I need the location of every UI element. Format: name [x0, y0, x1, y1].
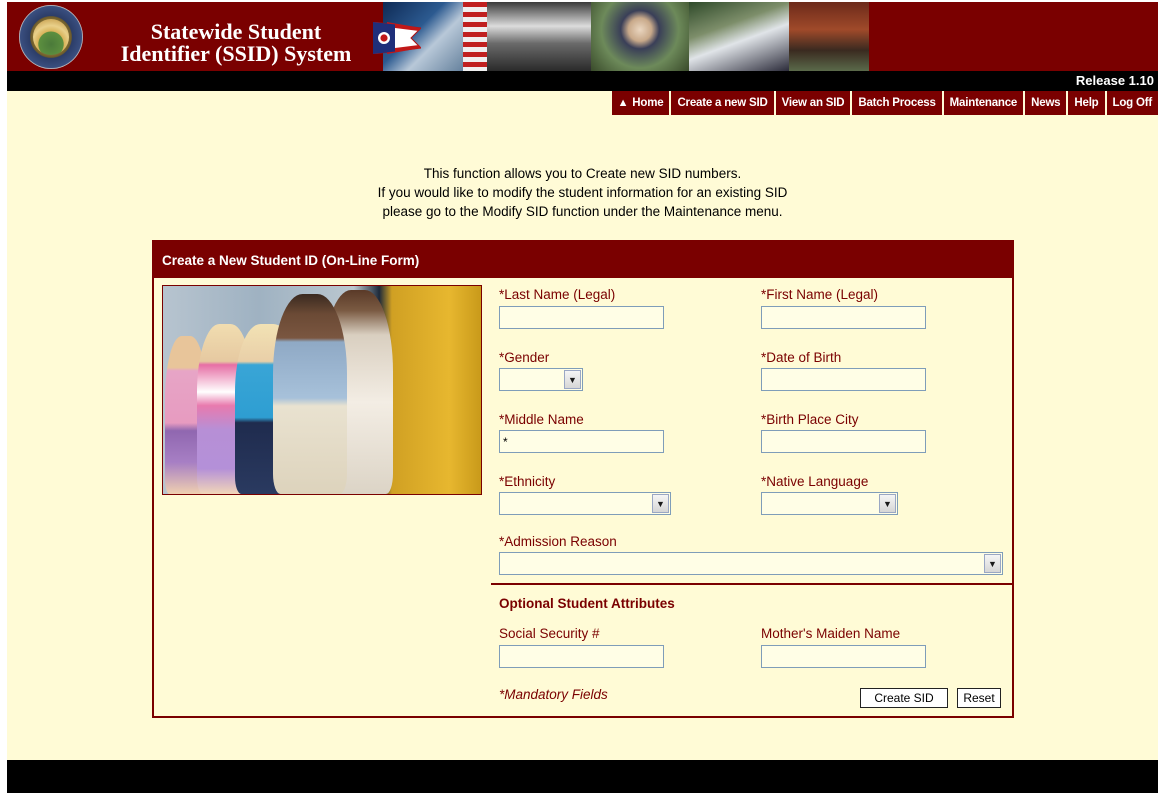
middle-name-label: *Middle Name	[499, 412, 584, 427]
page: Statewide Student Identifier (SSID) Syst…	[7, 2, 1158, 793]
header-photo-flag	[463, 2, 487, 71]
ethnicity-label: *Ethnicity	[499, 474, 556, 489]
native-language-label: *Native Language	[761, 474, 869, 489]
create-sid-form: Create a New Student ID (On-Line Form) *…	[152, 240, 1014, 718]
nav-news[interactable]: News	[1025, 91, 1067, 115]
middle-name-input[interactable]	[499, 430, 664, 453]
ohio-flag-icon	[373, 22, 421, 54]
home-icon: ▲	[617, 97, 629, 109]
reset-button[interactable]: Reset	[957, 688, 1001, 708]
ethnicity-select[interactable]: ▼	[499, 492, 671, 515]
nav-batch-process[interactable]: Batch Process	[852, 91, 942, 115]
nav-help[interactable]: Help	[1068, 91, 1105, 115]
create-sid-button[interactable]: Create SID	[860, 688, 948, 708]
release-version: Release 1.10	[1075, 73, 1154, 88]
intro-line: If you would like to modify the student …	[377, 185, 788, 200]
header-photo-student	[591, 2, 689, 71]
last-name-input[interactable]	[499, 306, 664, 329]
system-title-line2: Identifier (SSID) System	[120, 41, 352, 66]
birth-place-city-label: *Birth Place City	[761, 412, 859, 427]
header-photo-classroom	[487, 2, 591, 71]
header-photo-students-reading	[689, 2, 789, 71]
nav-view-sid[interactable]: View an SID	[775, 91, 851, 115]
mandatory-fields-note: *Mandatory Fields	[499, 687, 608, 702]
photo-figure	[273, 294, 347, 494]
nav-home-label: Home	[632, 97, 664, 109]
system-title: Statewide Student Identifier (SSID) Syst…	[101, 21, 371, 65]
intro-line: please go to the Modify SID function und…	[382, 204, 783, 219]
ohio-seal-logo	[19, 5, 83, 69]
native-language-select[interactable]: ▼	[761, 492, 898, 515]
mothers-maiden-name-label: Mother's Maiden Name	[761, 626, 901, 641]
chevron-down-icon[interactable]: ▼	[984, 554, 1001, 573]
admission-reason-select[interactable]: ▼	[499, 552, 1003, 575]
admission-reason-label: *Admission Reason	[499, 534, 617, 549]
form-header: Create a New Student ID (On-Line Form)	[154, 242, 1012, 278]
seal-emblem	[33, 19, 69, 55]
last-name-label: *Last Name (Legal)	[499, 287, 616, 302]
intro-line: This function allows you to Create new S…	[423, 166, 742, 181]
site-header: Statewide Student Identifier (SSID) Syst…	[7, 2, 1158, 71]
chevron-down-icon[interactable]: ▼	[652, 494, 669, 513]
optional-attributes-heading: Optional Student Attributes	[499, 596, 675, 611]
intro-text: This function allows you to Create new S…	[7, 164, 1158, 221]
students-photo	[162, 285, 482, 495]
date-of-birth-label: *Date of Birth	[761, 350, 842, 365]
birth-place-city-input[interactable]	[761, 430, 926, 453]
form-title: Create a New Student ID (On-Line Form)	[162, 253, 420, 268]
chevron-down-icon[interactable]: ▼	[879, 494, 896, 513]
ssn-label: Social Security #	[499, 626, 600, 641]
gender-label: *Gender	[499, 350, 550, 365]
footer-bar	[7, 760, 1158, 793]
nav-log-off[interactable]: Log Off	[1106, 91, 1158, 115]
gender-select[interactable]: ▼	[499, 368, 583, 391]
release-bar: Release 1.10	[7, 71, 1158, 91]
mothers-maiden-name-input[interactable]	[761, 645, 926, 668]
first-name-label: *First Name (Legal)	[761, 287, 879, 302]
nav-home[interactable]: ▲ Home	[611, 91, 670, 115]
nav-maintenance[interactable]: Maintenance	[943, 91, 1024, 115]
header-photo-building	[789, 2, 869, 71]
chevron-down-icon[interactable]: ▼	[564, 370, 581, 389]
first-name-input[interactable]	[761, 306, 926, 329]
date-of-birth-input[interactable]	[761, 368, 926, 391]
main-navigation: ▲ Home Create a new SID View an SID Batch…	[609, 91, 1158, 115]
ssn-input[interactable]	[499, 645, 664, 668]
system-title-line1: Statewide Student	[150, 19, 322, 44]
nav-create-sid[interactable]: Create a new SID	[671, 91, 774, 115]
section-divider	[491, 583, 1012, 585]
